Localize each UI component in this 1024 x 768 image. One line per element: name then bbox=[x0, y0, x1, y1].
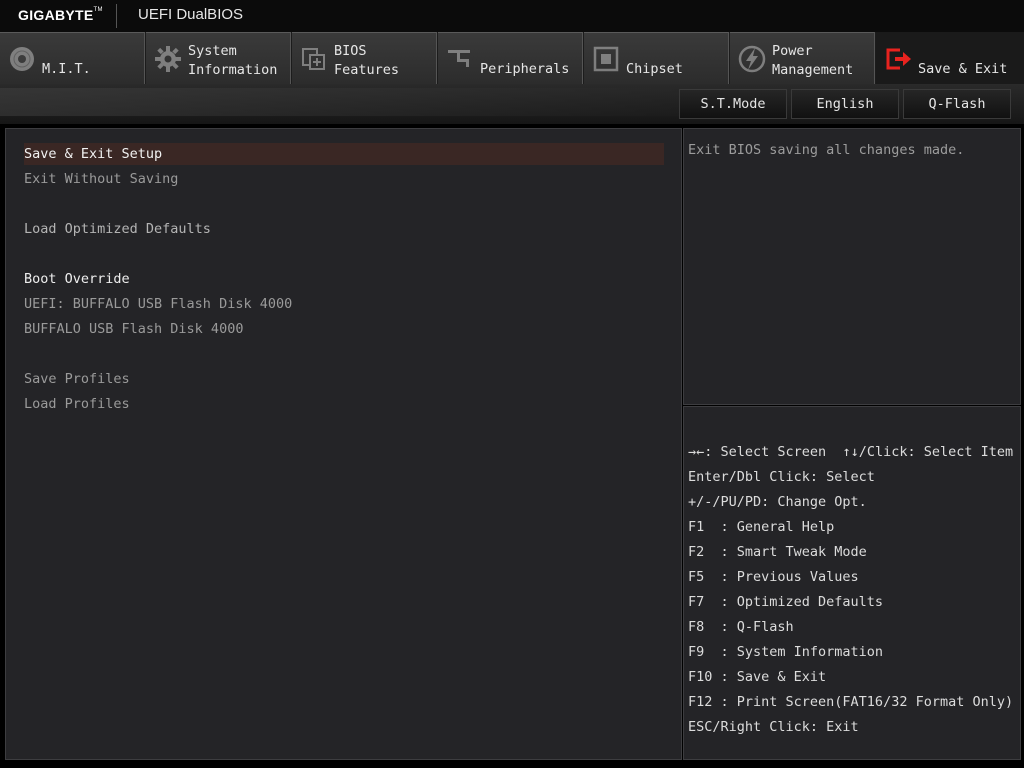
save-profiles-item[interactable]: Save Profiles bbox=[24, 368, 130, 390]
boot-uefi-buffalo-item[interactable]: UEFI: BUFFALO USB Flash Disk 4000 bbox=[24, 293, 292, 315]
load-profiles-item[interactable]: Load Profiles bbox=[24, 393, 130, 415]
power-bolt-icon bbox=[738, 45, 766, 73]
product-title: UEFI DualBIOS bbox=[138, 6, 244, 23]
key-esc-line: ESC/Right Click: Exit bbox=[688, 719, 859, 735]
sub-toolbar: S.T.Mode English Q-Flash bbox=[0, 84, 1024, 124]
save-exit-menu-panel: Save & Exit Setup Exit Without Saving Lo… bbox=[5, 128, 682, 760]
exit-door-icon bbox=[886, 48, 911, 70]
tab-label: BIOS Features bbox=[334, 43, 400, 78]
key-f5-line: F5 : Previous Values bbox=[688, 569, 859, 585]
tab-power-management[interactable]: Power Management bbox=[730, 32, 875, 84]
tab-system-information[interactable]: System Information bbox=[146, 32, 291, 84]
gigabyte-logo: GIGABYTETM bbox=[18, 7, 103, 23]
left-right-arrows-icon: →← bbox=[688, 444, 705, 460]
main-tab-bar: M.I.T. System Information BIOS Features … bbox=[0, 32, 1024, 84]
key-legend-panel: →←: Select Screen ↑↓/Click: Select Item … bbox=[683, 406, 1021, 760]
key-enter-line: Enter/Dbl Click: Select bbox=[688, 469, 875, 485]
toolbar-stripe bbox=[0, 88, 680, 116]
tab-label: Peripherals bbox=[480, 61, 570, 77]
tab-label: System Information bbox=[188, 43, 278, 78]
tab-save-exit[interactable]: Save & Exit bbox=[876, 32, 1024, 84]
chip-plus-icon bbox=[302, 48, 325, 70]
language-button[interactable]: English bbox=[791, 89, 899, 119]
tab-label: Power Management bbox=[772, 43, 854, 78]
key-f9-line: F9 : System Information bbox=[688, 644, 884, 660]
tab-peripherals[interactable]: Peripherals bbox=[438, 32, 583, 84]
exit-without-saving-item[interactable]: Exit Without Saving bbox=[24, 168, 178, 190]
chipset-icon bbox=[593, 46, 619, 72]
key-f7-line: F7 : Optimized Defaults bbox=[688, 594, 884, 610]
plug-icon bbox=[448, 50, 470, 67]
help-panel: Exit BIOS saving all changes made. bbox=[683, 128, 1021, 405]
tab-bios-features[interactable]: BIOS Features bbox=[292, 32, 437, 84]
key-change-line: +/-/PU/PD: Change Opt. bbox=[688, 494, 867, 510]
st-mode-button[interactable]: S.T.Mode bbox=[679, 89, 787, 119]
brand-bar: GIGABYTETM UEFI DualBIOS bbox=[0, 0, 1024, 32]
key-f1-line: F1 : General Help bbox=[688, 519, 835, 535]
save-exit-setup-item[interactable]: Save & Exit Setup bbox=[24, 143, 664, 165]
load-optimized-defaults-item[interactable]: Load Optimized Defaults bbox=[24, 218, 211, 240]
key-f2-line: F2 : Smart Tweak Mode bbox=[688, 544, 867, 560]
tab-label: M.I.T. bbox=[42, 61, 91, 77]
up-down-arrows-icon: ↑↓ bbox=[842, 444, 859, 460]
key-f12-line: F12 : Print Screen(FAT16/32 Format Only) bbox=[688, 694, 1014, 710]
qflash-button[interactable]: Q-Flash bbox=[903, 89, 1011, 119]
tab-label: Chipset bbox=[626, 61, 683, 77]
key-f8-line: F8 : Q-Flash bbox=[688, 619, 794, 635]
tab-mit[interactable]: M.I.T. bbox=[0, 32, 145, 84]
key-select-screen-line: →←: Select Screen ↑↓/Click: Select Item bbox=[688, 444, 1014, 460]
key-f10-line: F10 : Save & Exit bbox=[688, 669, 827, 685]
tab-label: Save & Exit bbox=[918, 61, 1008, 77]
gear-icon bbox=[155, 46, 181, 72]
tab-chipset[interactable]: Chipset bbox=[584, 32, 729, 84]
help-text: Exit BIOS saving all changes made. bbox=[688, 142, 965, 158]
brand-divider bbox=[116, 4, 117, 28]
boot-buffalo-item[interactable]: BUFFALO USB Flash Disk 4000 bbox=[24, 318, 243, 340]
disc-icon bbox=[10, 47, 34, 71]
boot-override-heading: Boot Override bbox=[24, 271, 130, 287]
